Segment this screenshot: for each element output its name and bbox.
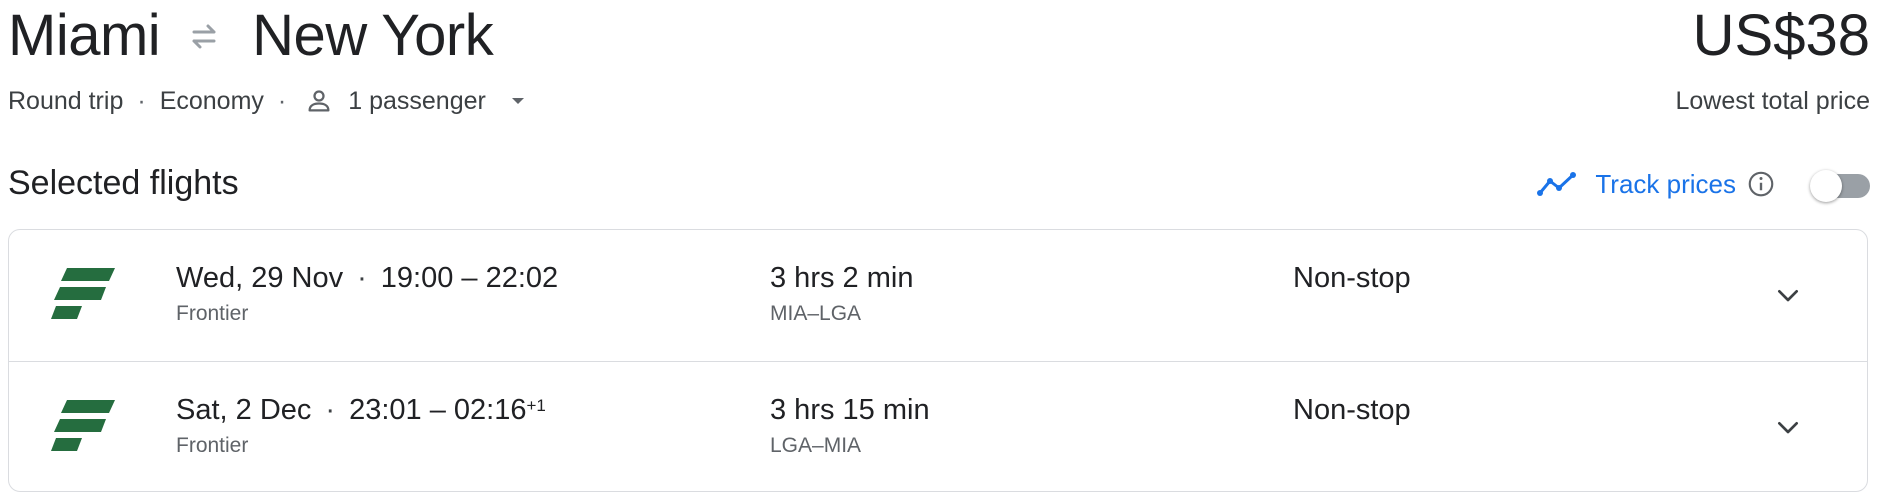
frontier-logo-icon: [51, 398, 117, 454]
destination-city: New York: [252, 3, 494, 68]
flight-date: Sat, 2 Dec: [176, 394, 312, 426]
flight-duration: 3 hrs 2 min: [770, 262, 914, 294]
origin-city: Miami: [8, 3, 161, 68]
cabin-class: Economy: [159, 86, 264, 115]
frontier-logo-icon: [51, 266, 117, 322]
flight-row-return[interactable]: Sat, 2 Dec · 23:01 – 02:16+1 Frontier 3 hr…: [9, 361, 1867, 491]
chevron-down-icon[interactable]: [1772, 280, 1804, 312]
passenger-count[interactable]: 1 passenger: [348, 87, 486, 116]
flight-airports: MIA–LGA: [770, 302, 862, 325]
separator-dot: ·: [325, 394, 336, 426]
flight-stops: Non-stop: [1293, 394, 1411, 426]
track-prices-label[interactable]: Track prices: [1595, 169, 1736, 200]
flight-time-range: 23:01 – 02:16: [349, 394, 527, 426]
price-caption: Lowest total price: [1675, 87, 1870, 115]
track-prices-control: Track prices: [1537, 165, 1870, 203]
separator-dot: ·: [277, 86, 287, 115]
separator-dot: ·: [137, 86, 146, 115]
airline-name: Frontier: [176, 434, 249, 457]
trip-options: Round trip · Economy · 1 passenger: [8, 85, 530, 117]
info-icon[interactable]: [1746, 169, 1776, 199]
trip-type: Round trip: [8, 86, 124, 115]
swap-arrows-icon: [182, 16, 226, 56]
flight-time-range: 19:00 – 22:02: [380, 262, 559, 294]
chevron-down-icon[interactable]: [1772, 412, 1804, 444]
total-price: US$38: [1692, 3, 1870, 68]
track-prices-toggle[interactable]: [1810, 167, 1870, 202]
flight-date-time: Sat, 2 Dec · 23:01 – 02:16+1: [176, 392, 546, 428]
chevron-down-icon[interactable]: [506, 89, 530, 113]
trend-line-icon: [1537, 170, 1579, 198]
section-title: Selected flights: [8, 164, 239, 202]
flight-duration: 3 hrs 15 min: [770, 394, 930, 426]
flight-stops: Non-stop: [1293, 262, 1411, 294]
flight-date: Wed, 29 Nov: [176, 262, 344, 294]
flight-date-time: Wed, 29 Nov · 19:00 – 22:02: [176, 260, 558, 296]
flight-airports: LGA–MIA: [770, 434, 862, 457]
airline-name: Frontier: [176, 302, 249, 325]
toggle-knob: [1810, 170, 1842, 202]
route-title: Miami New York: [8, 3, 494, 68]
flight-row-outbound[interactable]: Wed, 29 Nov · 19:00 – 22:02 Frontier 3 hrs…: [9, 230, 1867, 361]
person-icon: [304, 86, 334, 116]
selected-flights-card: Wed, 29 Nov · 19:00 – 22:02 Frontier 3 hrs…: [8, 229, 1868, 492]
day-offset: +1: [526, 396, 546, 415]
separator-dot: ·: [357, 262, 367, 294]
